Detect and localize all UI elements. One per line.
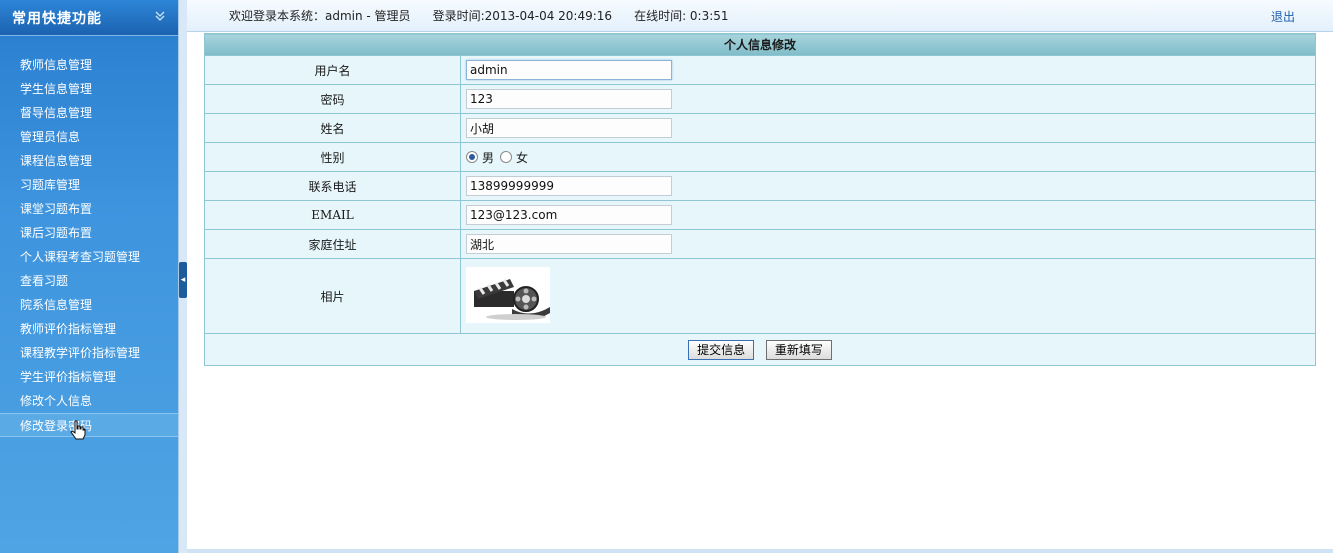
sidebar-item-change-password[interactable]: 修改登录密码 [0, 413, 178, 440]
login-time: 登录时间:2013-04-04 20:49:16 [432, 9, 613, 23]
reset-button[interactable]: 重新填写 [765, 339, 832, 360]
form-title: 个人信息修改 [204, 33, 1316, 56]
collapse-sidebar-icon[interactable]: ◂ [179, 262, 187, 298]
chevron-double-down-icon[interactable] [154, 10, 166, 25]
password-field[interactable] [466, 89, 672, 109]
email-field[interactable] [466, 205, 672, 225]
password-label: 密码 [204, 84, 461, 114]
sidebar-item-classroom-exercises[interactable]: 课堂习题布置 [0, 197, 178, 221]
welcome-text: 欢迎登录本系统：admin - 管理员 [229, 9, 411, 23]
sidebar-item-personal-course-exercises[interactable]: 个人课程考查习题管理 [0, 245, 178, 269]
sidebar-item-student-info[interactable]: 学生信息管理 [0, 77, 178, 101]
sidebar-item-view-exercises[interactable]: 查看习题 [0, 269, 178, 293]
sidebar: 常用快捷功能 教师信息管理 学生信息管理 督导信息管理 管理员信息 课程信息管理… [0, 0, 178, 553]
sidebar-item-teacher-eval-index[interactable]: 教师评价指标管理 [0, 317, 178, 341]
sidebar-item-course-eval-index[interactable]: 课程教学评价指标管理 [0, 341, 178, 365]
gender-female-label: 女 [516, 150, 529, 165]
phone-label: 联系电话 [204, 171, 461, 201]
sidebar-menu: 教师信息管理 学生信息管理 督导信息管理 管理员信息 课程信息管理 习题库管理 … [0, 53, 178, 440]
sidebar-splitter[interactable]: ◂ [178, 0, 187, 553]
sidebar-item-question-bank[interactable]: 习题库管理 [0, 173, 178, 197]
sidebar-header: 常用快捷功能 [0, 0, 178, 36]
main-content: 个人信息修改 用户名 密码 姓名 性别 男 女 联 [187, 32, 1333, 553]
address-label: 家庭住址 [204, 229, 461, 259]
gender-radio-group: 男 女 [466, 149, 1315, 166]
name-field[interactable] [466, 118, 672, 138]
username-label: 用户名 [204, 55, 461, 85]
email-label: EMAIL [204, 200, 461, 230]
sidebar-item-teacher-info[interactable]: 教师信息管理 [0, 53, 178, 77]
sidebar-item-supervisor-info[interactable]: 督导信息管理 [0, 101, 178, 125]
sidebar-item-admin-info[interactable]: 管理员信息 [0, 125, 178, 149]
gender-male-radio[interactable] [466, 151, 478, 163]
logout-link[interactable]: 退出 [1271, 8, 1295, 25]
name-label: 姓名 [204, 113, 461, 143]
profile-form: 个人信息修改 用户名 密码 姓名 性别 男 女 联 [204, 33, 1316, 366]
bottom-border [187, 549, 1333, 553]
gender-male-label: 男 [482, 150, 495, 165]
submit-button[interactable]: 提交信息 [688, 339, 755, 360]
top-status-bar: 欢迎登录本系统：admin - 管理员 登录时间:2013-04-04 20:4… [187, 0, 1333, 32]
phone-field[interactable] [466, 176, 672, 196]
sidebar-item-homework-exercises[interactable]: 课后习题布置 [0, 221, 178, 245]
username-field[interactable] [466, 60, 672, 80]
sidebar-item-course-info[interactable]: 课程信息管理 [0, 149, 178, 173]
hand-pointer-icon [70, 420, 86, 448]
sidebar-title: 常用快捷功能 [12, 10, 102, 27]
sidebar-item-edit-profile[interactable]: 修改个人信息 [0, 389, 178, 413]
sidebar-item-department-info[interactable]: 院系信息管理 [0, 293, 178, 317]
photo-label: 相片 [204, 258, 461, 334]
address-field[interactable] [466, 234, 672, 254]
gender-female-radio[interactable] [500, 151, 513, 163]
gender-label: 性别 [204, 142, 461, 172]
online-time: 在线时间: 0:3:51 [634, 9, 729, 23]
sidebar-item-student-eval-index[interactable]: 学生评价指标管理 [0, 365, 178, 389]
film-clapper-icon [466, 266, 550, 326]
